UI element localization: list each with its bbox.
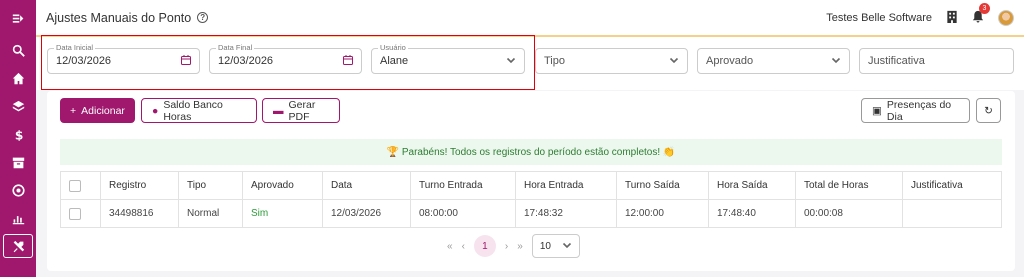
chevron-down-icon <box>831 55 841 68</box>
gerar-pdf-label: Gerar PDF <box>288 98 316 123</box>
completion-notice: 🏆 Parabéns! Todos os registros do períod… <box>60 139 1002 165</box>
cell-hora-entrada: 17:48:32 <box>515 199 617 228</box>
col-justificativa[interactable]: Justificativa <box>902 171 1002 200</box>
top-header: Ajustes Manuais do Ponto ? Testes Belle … <box>36 0 1024 37</box>
dollar-icon[interactable]: $ <box>0 120 36 148</box>
add-button-label: Adicionar <box>81 104 125 117</box>
cell-turno-saida: 12:00:00 <box>616 199 709 228</box>
tipo-select[interactable]: Tipo <box>535 48 688 74</box>
table-row[interactable]: 34498816 Normal Sim 12/03/2026 08:00:00 … <box>60 199 1002 228</box>
tipo-placeholder: Tipo <box>544 55 565 67</box>
home-icon[interactable] <box>0 64 36 92</box>
avatar[interactable] <box>998 9 1014 26</box>
select-all-checkbox[interactable] <box>69 179 81 192</box>
pagination: « ‹ 1 › » 10 <box>447 234 580 258</box>
page-title: Ajustes Manuais do Ponto <box>46 10 192 25</box>
search-icon[interactable] <box>0 36 36 64</box>
justificativa-placeholder: Justificativa <box>868 55 925 67</box>
last-page-button[interactable]: » <box>517 241 523 252</box>
building-icon[interactable] <box>946 10 958 26</box>
current-page-button[interactable]: 1 <box>473 235 496 257</box>
clock-icon: ● <box>152 104 159 117</box>
main-card: + Adicionar ● Saldo Banco Horas ▬ Gerar … <box>47 91 1015 271</box>
col-aprovado[interactable]: Aprovado <box>242 171 323 200</box>
table-header-row: Registro Tipo Aprovado Data Turno Entrad… <box>60 171 1002 200</box>
highlight-box <box>41 35 535 90</box>
notification-badge: 3 <box>979 2 990 14</box>
col-hora-entrada[interactable]: Hora Entrada <box>515 171 617 200</box>
calendar-icon: ▣ <box>872 104 882 117</box>
select-all-cell <box>60 171 101 200</box>
first-page-button[interactable]: « <box>447 241 453 252</box>
target-icon[interactable] <box>0 176 36 204</box>
col-registro[interactable]: Registro <box>100 171 179 200</box>
col-total-horas[interactable]: Total de Horas <box>795 171 903 200</box>
col-turno-saida[interactable]: Turno Saída <box>616 171 709 200</box>
row-select-cell <box>60 199 101 228</box>
archive-icon[interactable] <box>0 148 36 176</box>
aprovado-placeholder: Aprovado <box>706 55 754 67</box>
col-turno-entrada[interactable]: Turno Entrada <box>410 171 516 200</box>
aprovado-select[interactable]: Aprovado <box>697 48 850 74</box>
justificativa-input[interactable]: Justificativa <box>859 48 1014 74</box>
saldo-button-label: Saldo Banco Horas <box>163 98 223 123</box>
plus-icon: + <box>70 104 77 117</box>
sidebar: $ <box>0 0 36 277</box>
col-hora-saida[interactable]: Hora Saída <box>708 171 796 200</box>
cell-tipo: Normal <box>178 199 243 228</box>
col-tipo[interactable]: Tipo <box>178 171 243 200</box>
chart-icon[interactable] <box>0 204 36 232</box>
svg-text:$: $ <box>14 128 22 141</box>
gerar-pdf-button[interactable]: ▬ Gerar PDF <box>262 98 340 123</box>
row-checkbox[interactable] <box>69 207 81 220</box>
refresh-icon: ↻ <box>984 104 993 117</box>
company-name[interactable]: Testes Belle Software <box>826 12 932 24</box>
bell-icon[interactable]: 3 <box>972 2 990 26</box>
cell-total-horas: 00:00:08 <box>795 199 903 228</box>
help-icon[interactable]: ? <box>197 12 209 23</box>
cell-hora-saida: 17:48:40 <box>708 199 796 228</box>
cell-turno-entrada: 08:00:00 <box>410 199 516 228</box>
prev-page-button[interactable]: ‹ <box>462 241 465 252</box>
presencas-do-dia-button[interactable]: ▣ Presenças do Dia <box>861 98 970 123</box>
cell-aprovado: Sim <box>242 199 323 228</box>
presencas-label: Presenças do Dia <box>886 98 952 123</box>
chevron-down-icon <box>669 55 679 68</box>
menu-collapse-icon[interactable] <box>0 0 36 36</box>
cell-justificativa <box>902 199 1002 228</box>
records-table: Registro Tipo Aprovado Data Turno Entrad… <box>60 171 1002 228</box>
pdf-icon: ▬ <box>273 104 284 117</box>
next-page-button[interactable]: › <box>505 241 508 252</box>
col-data[interactable]: Data <box>322 171 411 200</box>
page-size-select[interactable]: 10 <box>531 234 580 258</box>
layers-icon[interactable] <box>0 92 36 120</box>
saldo-banco-horas-button[interactable]: ● Saldo Banco Horas <box>141 98 257 123</box>
chevron-down-icon <box>562 240 572 253</box>
tools-icon[interactable] <box>3 234 33 258</box>
refresh-button[interactable]: ↻ <box>976 98 1001 123</box>
cell-registro: 34498816 <box>100 199 179 228</box>
cell-data: 12/03/2026 <box>322 199 411 228</box>
add-button[interactable]: + Adicionar <box>60 98 135 123</box>
page-size-value: 10 <box>539 240 551 252</box>
